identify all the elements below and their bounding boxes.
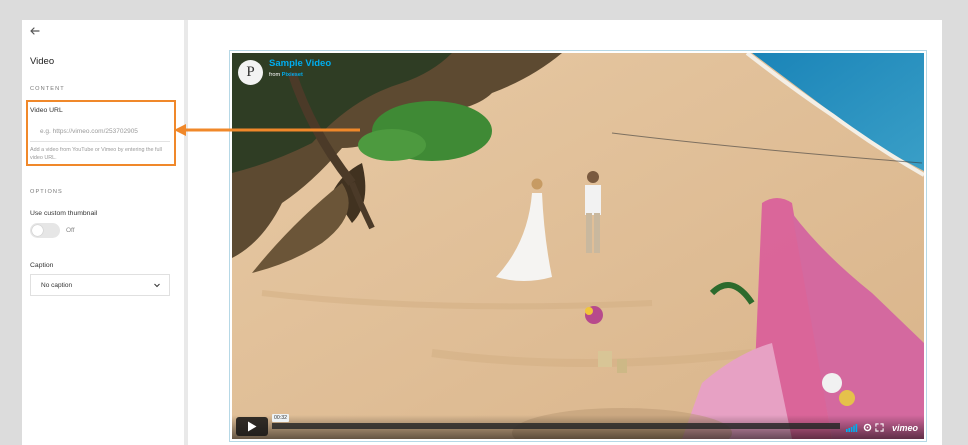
progress-bar[interactable]	[272, 423, 840, 429]
pixieset-logo[interactable]: P	[238, 60, 263, 85]
player-controls: 00:32 vimeo	[232, 414, 924, 439]
panel-title: Video	[30, 56, 55, 67]
settings-gear-icon[interactable]	[863, 423, 872, 432]
custom-thumbnail-toggle[interactable]	[30, 223, 60, 238]
chevron-down-icon	[154, 283, 160, 288]
toggle-state-label: Off	[66, 227, 75, 234]
byline-prefix: from	[269, 72, 281, 78]
options-section-label: OPTIONS	[30, 189, 63, 195]
caption-select[interactable]: No caption	[30, 274, 170, 296]
video-url-input[interactable]	[30, 122, 170, 142]
byline-author[interactable]: Pixieset	[282, 72, 303, 78]
caption-selected-value: No caption	[41, 282, 73, 289]
video-settings-panel: Video CONTENT Video URL Add a video from…	[22, 20, 185, 445]
content-section-label: CONTENT	[30, 86, 65, 92]
play-icon	[248, 421, 257, 432]
video-embed: P Sample Video from Pixieset 00:32 vimeo	[229, 50, 927, 442]
volume-icon[interactable]	[846, 424, 858, 432]
video-still-image	[232, 53, 924, 439]
fullscreen-icon[interactable]	[875, 423, 884, 432]
video-byline: from Pixieset	[269, 72, 303, 78]
video-frame[interactable]: P Sample Video from Pixieset 00:32 vimeo	[232, 53, 924, 439]
custom-thumbnail-label: Use custom thumbnail	[30, 210, 98, 217]
time-indicator: 00:32	[272, 414, 289, 422]
video-title[interactable]: Sample Video	[269, 58, 331, 69]
video-url-label: Video URL	[30, 107, 63, 114]
vimeo-logo[interactable]: vimeo	[892, 423, 918, 433]
toggle-knob	[32, 225, 43, 236]
play-button[interactable]	[236, 417, 268, 436]
video-url-help-text: Add a video from YouTube or Vimeo by ent…	[30, 147, 162, 161]
preview-area: P Sample Video from Pixieset 00:32 vimeo	[188, 20, 942, 445]
back-arrow-icon[interactable]	[28, 24, 42, 38]
caption-label: Caption	[30, 262, 54, 269]
